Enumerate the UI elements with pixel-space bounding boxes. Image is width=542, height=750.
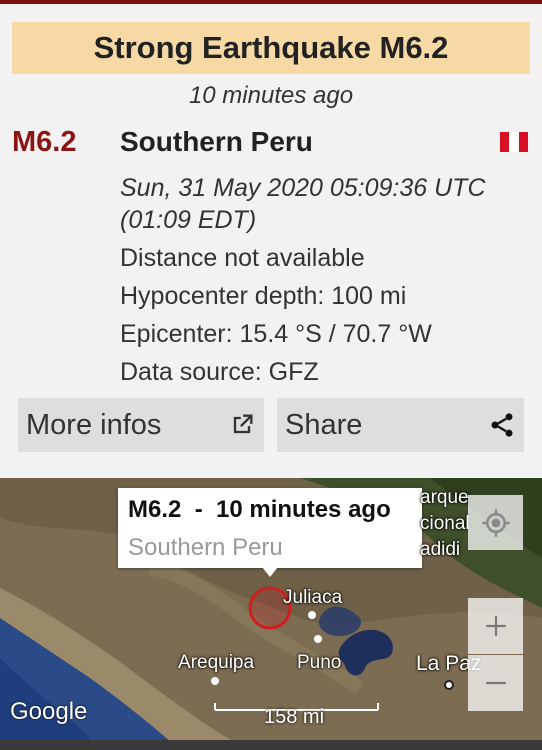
alert-banner-title: Strong Earthquake M6.2	[93, 30, 449, 65]
more-infos-button[interactable]: More infos	[18, 398, 264, 452]
info-window-pointer	[262, 567, 278, 577]
plus-icon	[485, 616, 506, 636]
map-label-puno: Puno	[297, 652, 342, 673]
event-datetime: Sun, 31 May 2020 05:09:36 UTC	[120, 174, 486, 202]
open-in-new-icon	[233, 414, 253, 434]
region-title: Southern Peru	[120, 126, 313, 157]
alert-banner: Strong Earthquake M6.2	[12, 22, 530, 74]
more-infos-label: More infos	[26, 408, 162, 441]
google-logo: Google	[10, 698, 88, 725]
bottom-bar	[0, 740, 542, 750]
info-window-subtitle: Southern Peru	[128, 534, 283, 561]
peru-flag-icon	[500, 132, 528, 152]
share-label: Share	[285, 408, 363, 441]
map-label-park-2: cional	[420, 513, 470, 534]
info-window-title: M6.2 - 10 minutes ago	[128, 496, 391, 523]
data-source-text: Data source: GFZ	[120, 358, 319, 386]
time-ago: 10 minutes ago	[188, 82, 354, 109]
map-label-arequipa: Arequipa	[178, 652, 255, 673]
share-button[interactable]: Share	[277, 398, 524, 452]
zoom-out-button[interactable]	[468, 655, 523, 711]
share-icon	[491, 413, 513, 437]
map-info-window[interactable]: M6.2 - 10 minutes ago Southern Peru	[118, 488, 422, 568]
map-label-park-1: arque	[420, 487, 469, 508]
earthquake-details: Sun, 31 May 2020 05:09:36 UTC (01:09 EDT…	[120, 172, 530, 388]
map-label-park-3: adidi	[420, 539, 461, 560]
crosshair-icon	[481, 508, 510, 537]
my-location-button[interactable]	[468, 495, 523, 550]
map-scale: 158 mi	[264, 706, 325, 728]
distance-text: Distance not available	[120, 244, 365, 272]
zoom-in-button[interactable]	[468, 598, 523, 654]
depth-text: Hypocenter depth: 100 mi	[120, 282, 407, 310]
epicenter-text: Epicenter: 15.4 °S / 70.7 °W	[120, 320, 432, 348]
minus-icon	[485, 681, 506, 685]
map-label-juliaca: Juliaca	[283, 587, 343, 608]
magnitude-label: M6.2	[12, 126, 77, 158]
event-local-time: (01:09 EDT)	[120, 206, 257, 234]
